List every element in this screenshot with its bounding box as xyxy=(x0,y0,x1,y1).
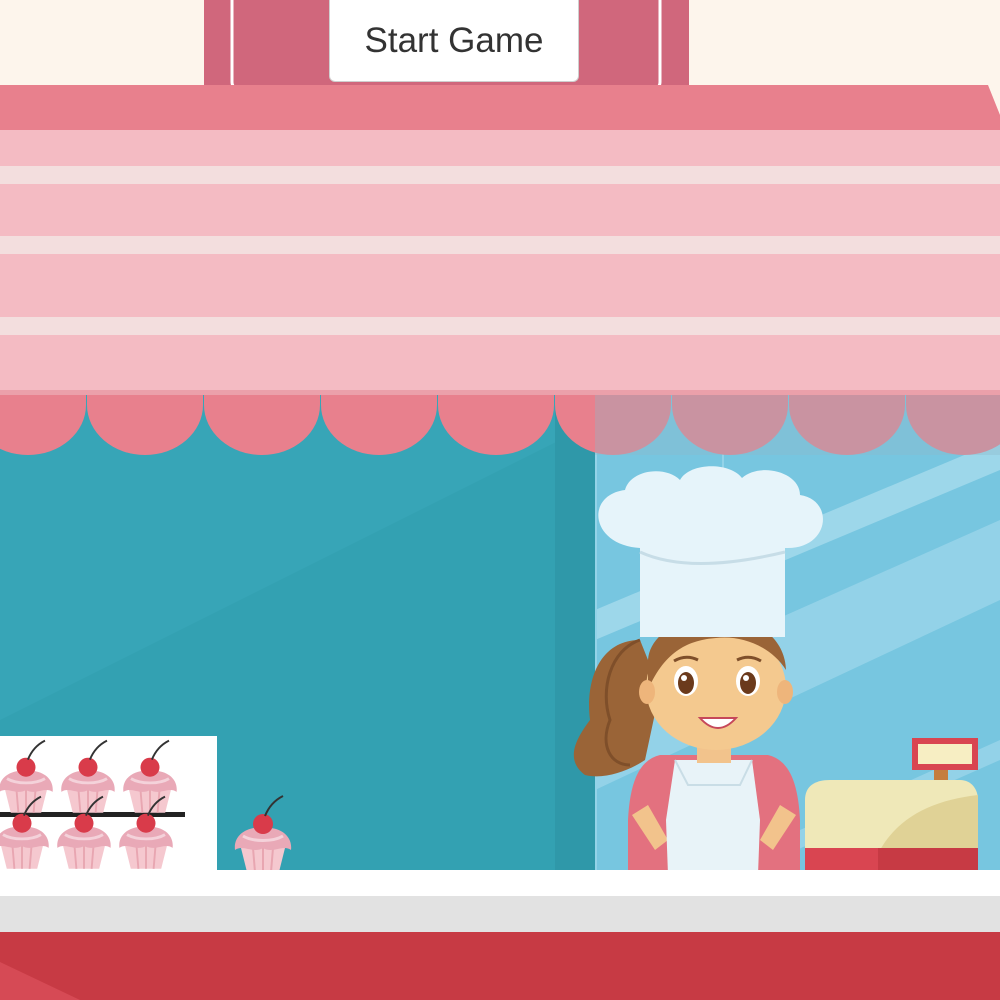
cupcake-display-case xyxy=(0,736,217,872)
awning-top xyxy=(0,85,1000,130)
start-game-button[interactable]: Start Game xyxy=(329,0,579,82)
glass-tint xyxy=(595,395,1000,455)
awning-stripes xyxy=(0,130,1000,398)
game-scene: Start Game xyxy=(0,0,1000,1000)
awning-scallops xyxy=(0,395,1000,455)
bakery-illustration xyxy=(0,0,1000,1000)
counter xyxy=(0,870,1000,1000)
